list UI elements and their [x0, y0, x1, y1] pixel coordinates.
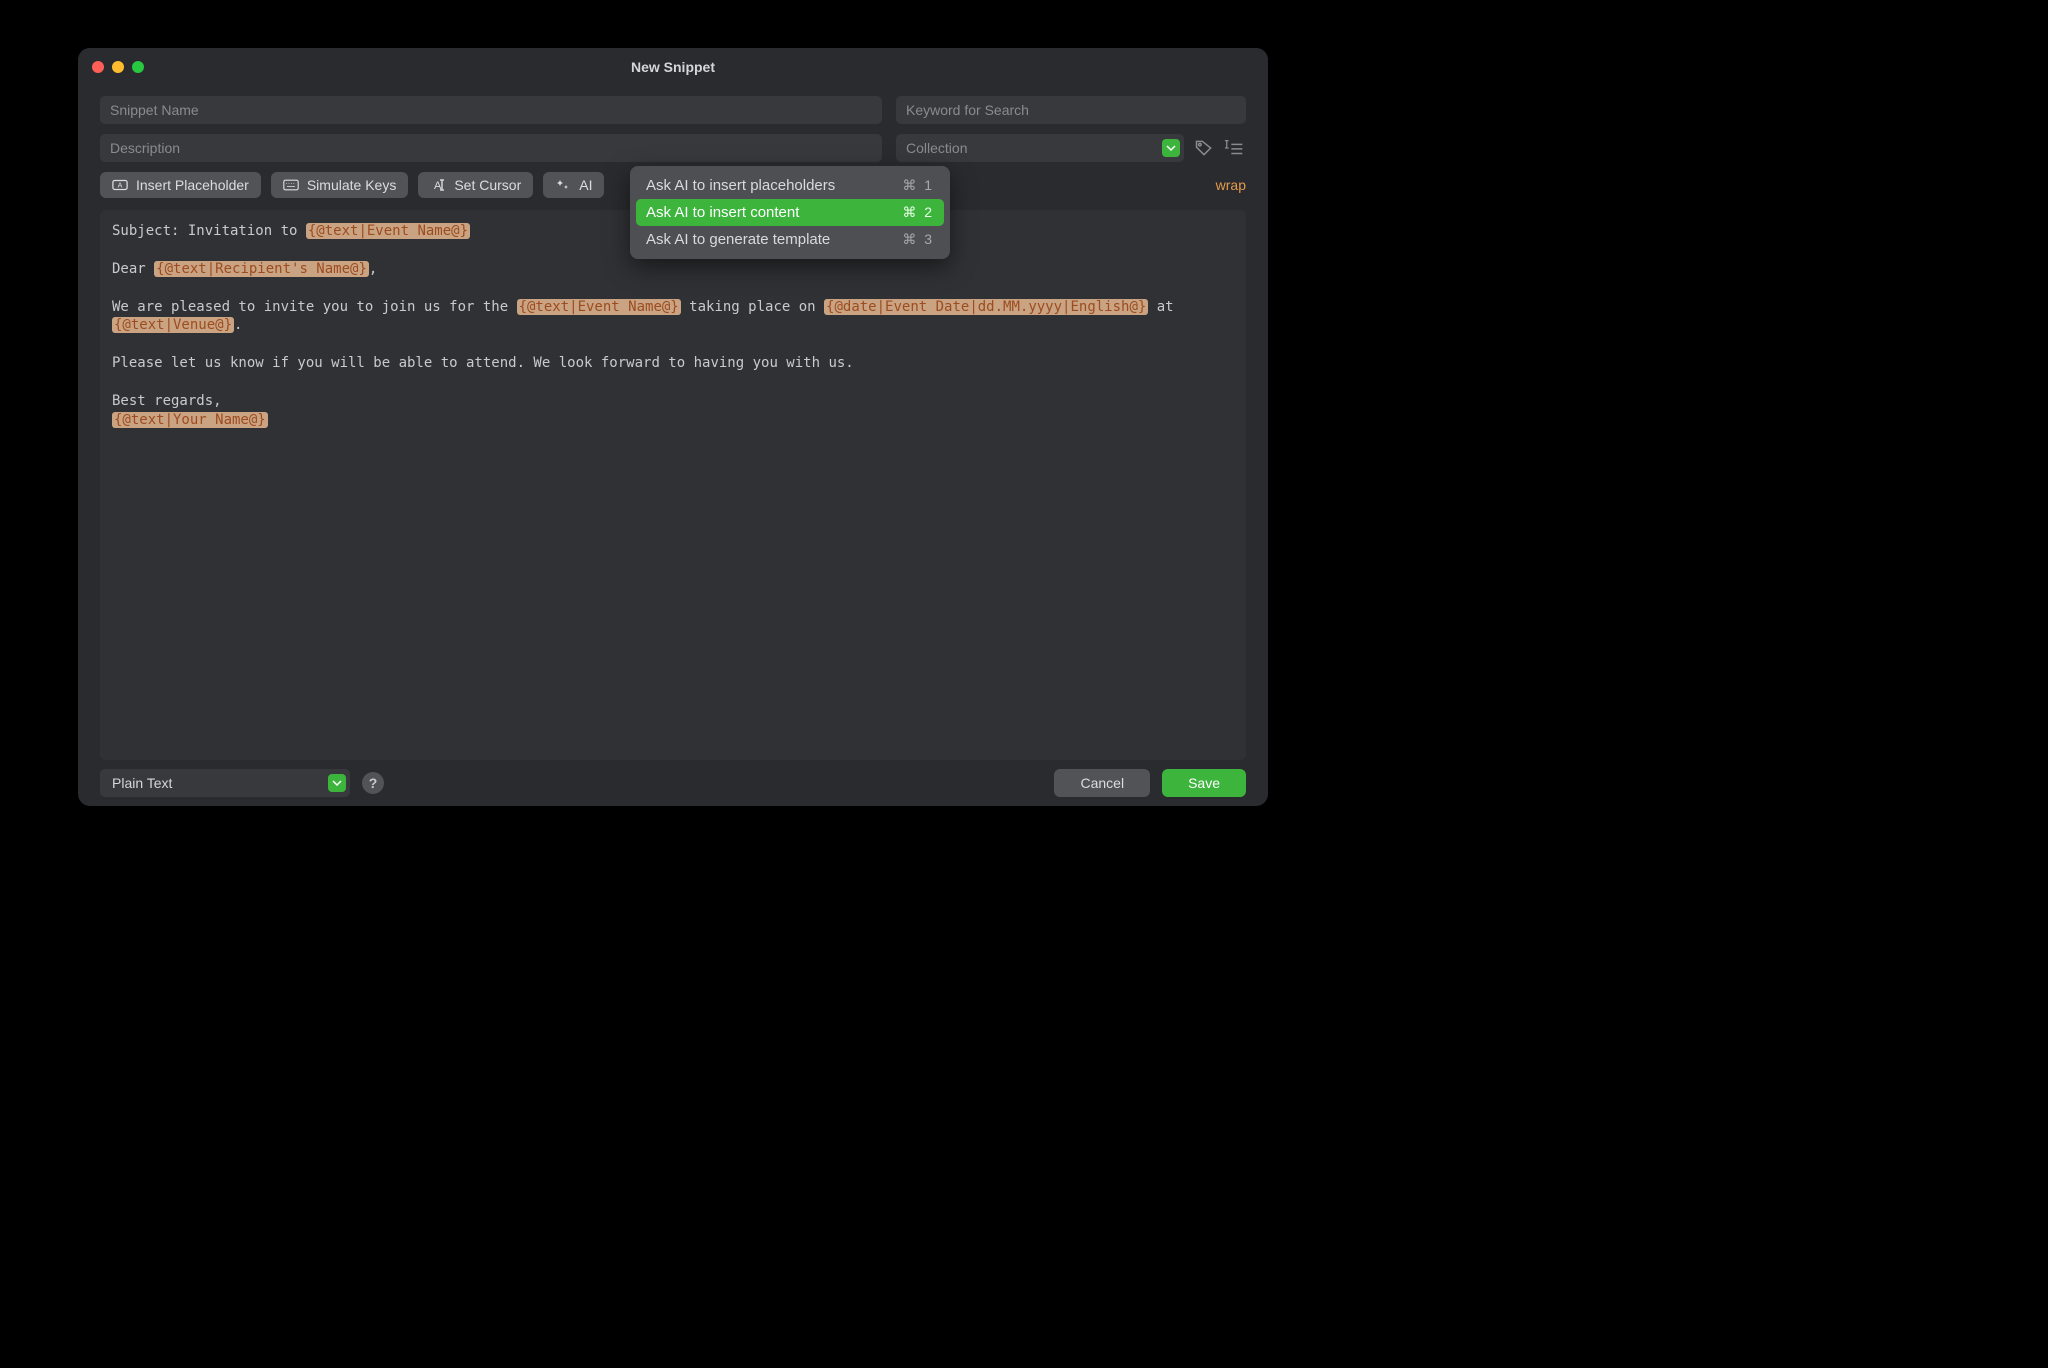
set-cursor-button[interactable]: A Set Cursor [418, 172, 533, 198]
set-cursor-label: Set Cursor [454, 177, 521, 193]
placeholder-token: {@text|Event Name@} [306, 223, 470, 239]
format-label: Plain Text [112, 775, 172, 791]
placeholder-icon: A [112, 178, 128, 192]
maximize-window-button[interactable] [132, 61, 144, 73]
ai-menu-item-label: Ask AI to generate template [646, 231, 830, 248]
placeholder-token: {@text|Venue@} [112, 317, 234, 333]
window-title: New Snippet [78, 59, 1268, 75]
format-select[interactable]: Plain Text [100, 769, 350, 797]
close-window-button[interactable] [92, 61, 104, 73]
titlebar: New Snippet [78, 48, 1268, 86]
ai-menu-generate-template[interactable]: Ask AI to generate template ⌘ 3 [636, 226, 944, 253]
insert-placeholder-label: Insert Placeholder [136, 177, 249, 193]
collection-select[interactable]: Collection [896, 134, 1184, 162]
tag-icon[interactable] [1194, 138, 1214, 158]
ai-menu-item-shortcut: ⌘ 3 [902, 231, 934, 248]
ai-dropdown-menu: Ask AI to insert placeholders ⌘ 1 Ask AI… [630, 166, 950, 259]
ai-menu-insert-content[interactable]: Ask AI to insert content ⌘ 2 [636, 199, 944, 226]
cancel-button[interactable]: Cancel [1054, 769, 1150, 797]
simulate-keys-button[interactable]: Simulate Keys [271, 172, 408, 198]
snippet-name-input[interactable] [100, 96, 882, 124]
placeholder-token: {@text|Event Name@} [517, 299, 681, 315]
simulate-keys-label: Simulate Keys [307, 177, 396, 193]
ai-button[interactable]: AI [543, 172, 604, 198]
traffic-lights [78, 61, 144, 73]
help-icon: ? [369, 775, 378, 791]
ai-menu-item-label: Ask AI to insert placeholders [646, 177, 835, 194]
help-button[interactable]: ? [362, 772, 384, 794]
keyboard-icon [283, 178, 299, 192]
ai-menu-item-shortcut: ⌘ 2 [902, 204, 934, 221]
chevron-down-icon [328, 774, 346, 792]
ai-menu-item-label: Ask AI to insert content [646, 204, 799, 221]
placeholder-token: {@text|Recipient's Name@} [154, 261, 369, 277]
wrap-toggle[interactable]: wrap [1216, 177, 1246, 193]
minimize-window-button[interactable] [112, 61, 124, 73]
snippet-editor[interactable]: Subject: Invitation to {@text|Event Name… [100, 210, 1246, 760]
keyword-input[interactable] [896, 96, 1246, 124]
svg-text:A: A [118, 182, 123, 190]
footer: Plain Text ? Cancel Save [78, 760, 1268, 806]
list-cursor-icon[interactable] [1224, 138, 1246, 158]
collection-placeholder: Collection [906, 140, 967, 156]
sparkle-icon [555, 178, 571, 192]
cursor-icon: A [430, 178, 446, 192]
ai-menu-insert-placeholders[interactable]: Ask AI to insert placeholders ⌘ 1 [636, 172, 944, 199]
placeholder-token: {@text|Your Name@} [112, 412, 268, 428]
insert-placeholder-button[interactable]: A Insert Placeholder [100, 172, 261, 198]
description-input[interactable] [100, 134, 882, 162]
chevron-down-icon [1162, 139, 1180, 157]
snippet-editor-window: New Snippet Collection [78, 48, 1268, 806]
ai-menu-item-shortcut: ⌘ 1 [902, 177, 934, 194]
placeholder-token: {@date|Event Date|dd.MM.yyyy|English@} [824, 299, 1148, 315]
save-button[interactable]: Save [1162, 769, 1246, 797]
ai-label: AI [579, 177, 592, 193]
